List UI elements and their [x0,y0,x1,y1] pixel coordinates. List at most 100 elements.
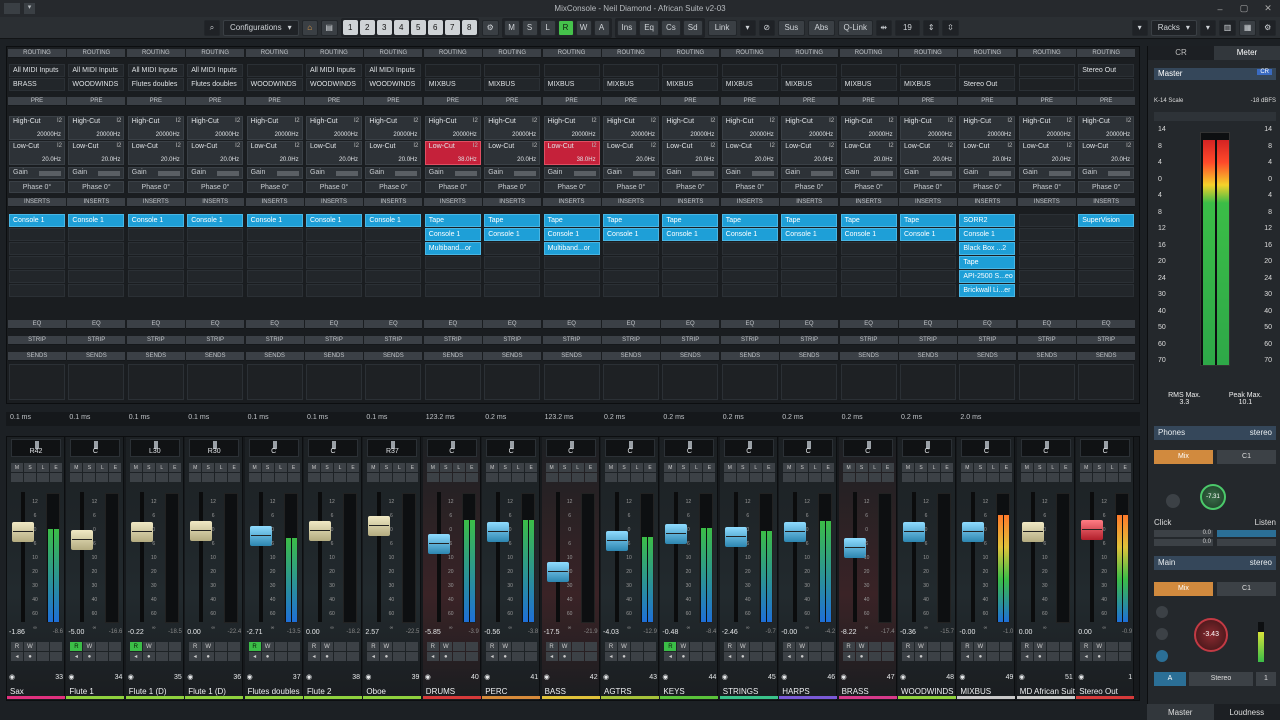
inserts-header[interactable]: INSERTS [364,198,423,207]
insert-slot-6[interactable] [840,284,897,297]
insert-slot-1[interactable] [1018,214,1075,227]
automation-aux-button[interactable] [941,642,953,651]
eq-header[interactable]: EQ [542,320,601,329]
insert-slot-6[interactable] [68,284,125,297]
sends-header[interactable]: SENDS [186,352,245,361]
automation-aux-button[interactable] [762,642,775,651]
automation-r-button[interactable]: R [11,642,23,651]
eq-header[interactable]: EQ [899,320,957,329]
insert-slot-2[interactable] [9,228,65,241]
channel-aux-button[interactable] [809,473,822,482]
strip-header[interactable]: STRIP [602,336,660,345]
automation-aux-button[interactable] [1119,642,1132,651]
volume-value[interactable]: 0.00 [306,629,320,636]
automation-w-button[interactable]: W [142,642,155,651]
fader-track[interactable] [555,492,560,622]
fader-track[interactable] [436,492,441,622]
routing-header[interactable]: ROUTING [186,49,245,58]
fader-track[interactable] [793,492,798,622]
automation-aux-button[interactable] [109,642,122,651]
transport-button[interactable] [749,652,762,661]
racks-dropdown[interactable]: Racks ▾ [1150,19,1197,36]
low-cut-filter[interactable]: Low-Cut I2 20.0Hz [662,141,719,165]
channel-name[interactable]: HARPS [779,685,838,699]
channel-e-button[interactable]: E [941,463,953,472]
channel-m-button[interactable]: M [545,463,558,472]
insert-slot-1[interactable]: Console 1 [9,214,65,227]
channel-name[interactable]: PERC [482,685,541,699]
insert-slot-2[interactable]: Console 1 [721,228,778,241]
channel-aux-button[interactable] [499,473,512,482]
channel-e-button[interactable]: E [703,463,716,472]
transport-button[interactable]: ● [558,652,571,661]
inserts-header[interactable]: INSERTS [483,198,542,207]
transport-button[interactable] [1000,652,1013,661]
automation-aux-button[interactable] [525,642,538,651]
window-icon[interactable] [4,3,20,14]
monitor-icon[interactable]: ◉ [900,673,906,681]
channel-aux-button[interactable] [881,473,894,482]
routing-input[interactable] [543,64,600,77]
filter-slope-icon[interactable]: I2 [295,118,300,124]
visibility-preset-2[interactable]: 2 [359,20,375,35]
monitor-icon[interactable]: ◉ [1019,673,1025,681]
channel-count[interactable]: 19 [894,19,920,36]
automation-aux-button[interactable] [96,642,109,651]
insert-slot-5[interactable] [306,270,362,283]
sends-header[interactable]: SENDS [483,352,542,361]
monitor-icon[interactable]: ◉ [603,673,609,681]
channel-aux-button[interactable] [24,473,36,482]
routing-output[interactable]: WOODWINDS [306,78,362,91]
transport-button[interactable]: ◂ [367,652,380,661]
channel-width-icon[interactable]: ⇹ [875,19,892,36]
settings-icon[interactable]: ⚙ [1259,19,1277,36]
pre-header[interactable]: PRE [958,97,1017,106]
visibility-preset-3[interactable]: 3 [376,20,392,35]
channel-m-button[interactable]: M [842,463,855,472]
sends-header[interactable]: SENDS [1017,352,1076,361]
channel-aux-button[interactable] [439,473,452,482]
channel-l-button[interactable]: L [868,463,881,472]
monitor-icon[interactable]: ◉ [425,673,431,681]
monitor-icon[interactable]: ◉ [781,673,787,681]
insert-slot-2[interactable]: Console 1 [840,228,897,241]
low-cut-filter[interactable]: Low-Cut I2 20.0Hz [246,141,303,165]
search-icon[interactable]: ⌕ [204,19,220,36]
strip-header[interactable]: STRIP [126,336,185,345]
automation-aux-button[interactable] [1046,642,1059,651]
channel-s-button[interactable]: S [974,463,987,472]
peak-value[interactable]: -0.9 [1122,629,1132,636]
gain-slider[interactable] [39,171,61,176]
channel-s-button[interactable]: S [1093,463,1106,472]
channel-l-button[interactable]: L [690,463,703,472]
channel-s-button[interactable]: S [796,463,809,472]
transport-button[interactable] [1046,652,1059,661]
main-c1-button[interactable]: C1 [1217,582,1276,596]
channel-aux-button[interactable] [723,473,736,482]
sends-header[interactable]: SENDS [1077,352,1136,361]
strip-header[interactable]: STRIP [839,336,898,345]
insert-slot-3[interactable] [365,242,422,255]
volume-value[interactable]: -2.71 [247,629,263,636]
transport-button[interactable] [690,652,703,661]
filter-slope-icon[interactable]: I2 [235,143,240,149]
transport-button[interactable] [1106,652,1119,661]
peak-value[interactable]: -18.5 [168,629,182,636]
pre-header[interactable]: PRE [602,97,660,106]
eq-header[interactable]: EQ [661,320,720,329]
automation-w-button[interactable]: W [261,642,274,651]
routing-header[interactable]: ROUTING [602,49,660,58]
channel-e-button[interactable]: E [1119,463,1132,472]
sends-area[interactable] [306,364,362,400]
routing-output[interactable]: MIXBUS [424,78,481,91]
channel-name[interactable]: DRUMS [422,685,481,699]
automation-aux-button[interactable] [868,642,881,651]
transport-button[interactable] [1119,652,1132,661]
routing-header[interactable]: ROUTING [839,49,898,58]
routing-output[interactable] [1078,78,1135,91]
channel-m-button[interactable]: M [1080,463,1093,472]
sends-header[interactable]: SENDS [602,352,660,361]
automation-aux-button[interactable] [452,642,465,651]
inserts-header[interactable]: INSERTS [245,198,304,207]
channel-aux-button[interactable] [406,473,419,482]
